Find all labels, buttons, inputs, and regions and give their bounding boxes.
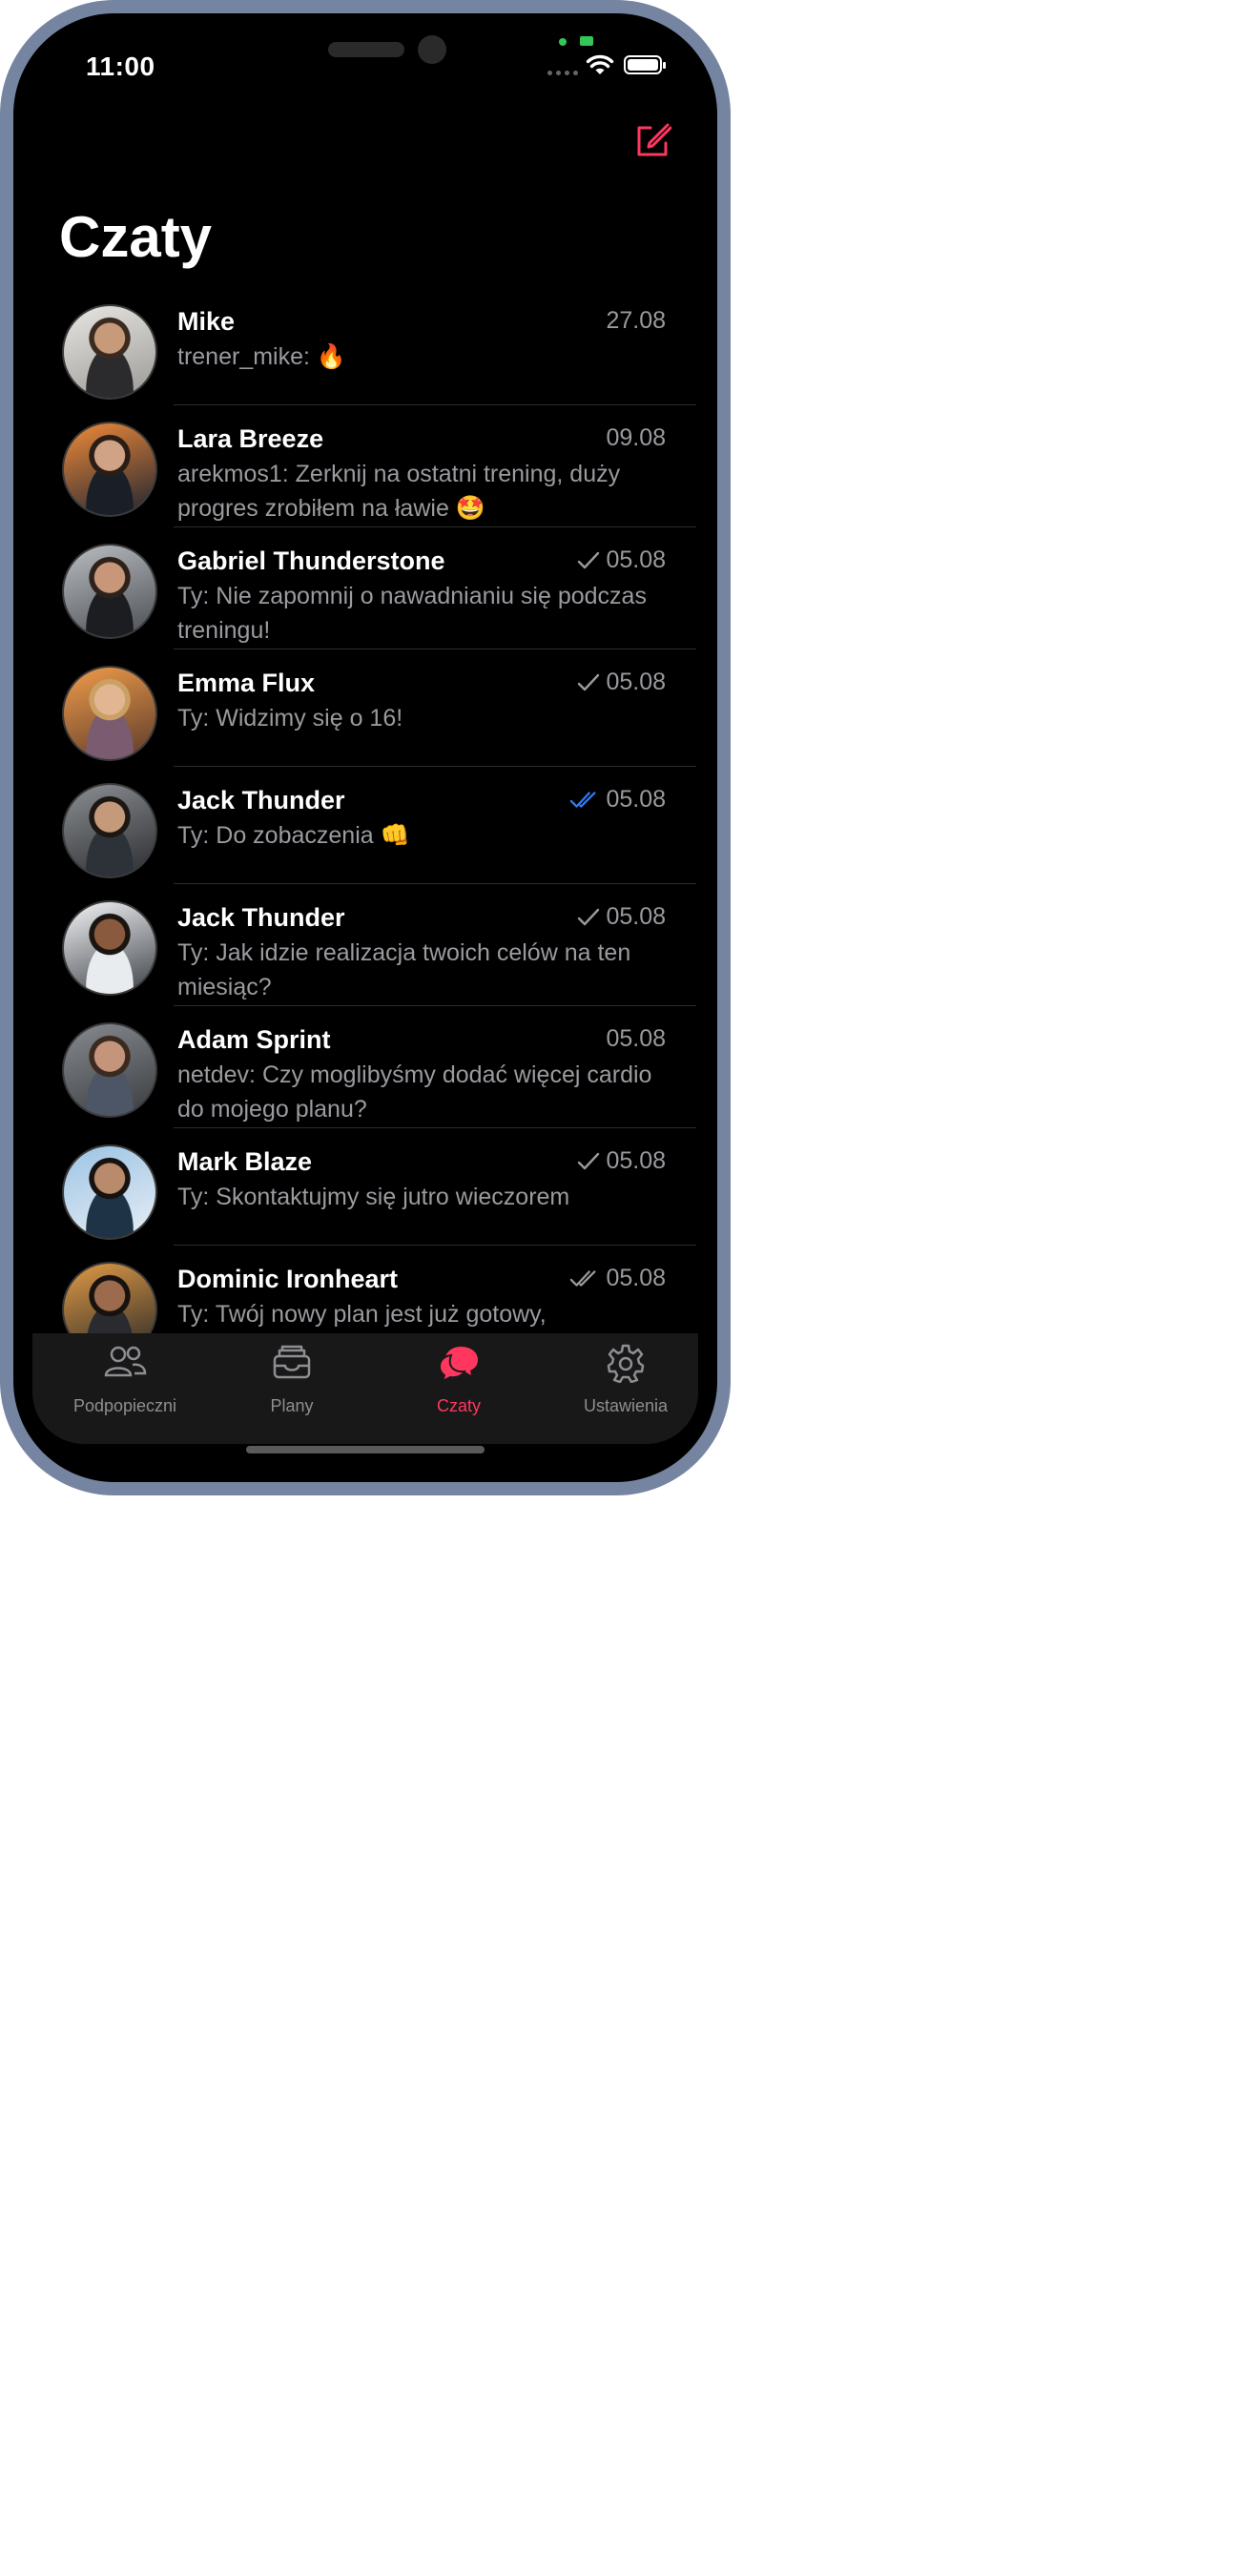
tab-label: Ustawienia <box>583 1396 669 1415</box>
avatar[interactable] <box>62 422 157 517</box>
chat-date-text: 05.08 <box>606 903 666 930</box>
tab-czaty[interactable]: Czaty <box>376 1333 542 1444</box>
avatar[interactable] <box>62 1262 157 1333</box>
message-status <box>577 908 600 927</box>
message-status <box>569 1269 600 1288</box>
avatar[interactable] <box>62 544 157 639</box>
checkmark-icon <box>578 551 600 568</box>
chat-name: Dominic Ironheart <box>177 1265 399 1293</box>
avatar[interactable] <box>62 304 157 400</box>
home-indicator[interactable] <box>246 1446 485 1453</box>
speaker-grille <box>328 42 404 57</box>
message-status <box>577 673 600 692</box>
tray-icon <box>273 1345 311 1379</box>
chat-row[interactable]: Mark Blaze 05.08 Ty: Skontaktujmy się jutr… <box>13 1128 717 1246</box>
chat-date: 05.08 <box>577 903 666 931</box>
privacy-indicator-icon <box>559 38 567 46</box>
chat-date: 05.08 <box>577 1147 666 1175</box>
people-icon <box>104 1346 147 1377</box>
chat-date-text: 09.08 <box>606 424 666 451</box>
front-camera <box>418 35 446 64</box>
message-status <box>577 1152 600 1171</box>
status-time: 11:00 <box>86 52 155 81</box>
chat-date-text: 27.08 <box>606 307 666 334</box>
message-status <box>569 791 600 810</box>
chat-date-text: 05.08 <box>606 546 666 573</box>
tab-ustawienia[interactable]: Ustawienia <box>543 1333 709 1444</box>
chat-preview: Ty: Nie zapomnij o nawadnianiu się podcz… <box>177 583 647 644</box>
tab-label: Podpopieczni <box>72 1396 177 1415</box>
chat-name: Emma Flux <box>177 669 316 697</box>
chat-row[interactable]: Emma Flux 05.08 Ty: Widzimy się o 16! <box>13 649 717 767</box>
checkmark-icon <box>578 673 600 690</box>
chat-row[interactable]: Jack Thunder 05.08 Ty: Jak idzie realizacj… <box>13 884 717 1006</box>
wifi-icon <box>586 54 614 74</box>
chat-preview: Ty: Do zobaczenia 👊 <box>177 822 410 849</box>
tab-label: Czaty <box>436 1396 481 1415</box>
gear-icon <box>607 1344 645 1383</box>
chat-date-text: 05.08 <box>606 1265 666 1291</box>
chat-name: Gabriel Thunderstone <box>177 546 445 575</box>
privacy-indicator-icon <box>580 36 593 46</box>
delivered-double-check-icon <box>570 1269 596 1287</box>
chat-preview: Ty: Skontaktujmy się jutro wieczorem <box>177 1184 570 1210</box>
chat-preview: trener_mike: 🔥 <box>177 343 347 370</box>
chat-name: Jack Thunder <box>177 786 345 814</box>
avatar[interactable] <box>62 1144 157 1240</box>
screen: 11:00 Czaty Mike 27.08 trener_mike: 🔥 Lara … <box>13 13 717 1482</box>
chat-list[interactable]: Mike 27.08 trener_mike: 🔥 Lara Breeze 09.08 a… <box>13 288 717 1333</box>
tab-bar: Podpopieczni Plany Czaty Ustawienia <box>32 1333 698 1444</box>
chat-preview: Ty: Jak idzie realizacja twoich celów na… <box>177 939 631 1000</box>
chat-date-text: 05.08 <box>606 786 666 813</box>
chat-name: Lara Breeze <box>177 424 324 453</box>
chat-name: Mike <box>177 307 236 336</box>
page-title: Czaty <box>59 205 213 269</box>
avatar[interactable] <box>62 1022 157 1118</box>
chat-date: 09.08 <box>606 424 666 452</box>
chat-date: 05.08 <box>569 786 666 814</box>
message-status <box>577 551 600 570</box>
tab-podpopieczni[interactable]: Podpopieczni <box>42 1333 208 1444</box>
chat-preview: arekmos1: Zerknij na ostatni trening, du… <box>177 461 621 522</box>
chat-row[interactable]: Gabriel Thunderstone 05.08 Ty: Nie zapomni… <box>13 527 717 649</box>
tab-label: Plany <box>270 1396 314 1415</box>
chat-preview: netdev: Czy moglibyśmy dodać więcej card… <box>177 1061 652 1123</box>
avatar[interactable] <box>62 666 157 761</box>
read-double-check-icon <box>570 791 596 808</box>
chat-name: Jack Thunder <box>177 903 345 932</box>
chat-row[interactable]: Jack Thunder 05.08 Ty: Do zobaczenia 👊 <box>13 767 717 884</box>
chat-name: Mark Blaze <box>177 1147 313 1176</box>
avatar[interactable] <box>62 900 157 996</box>
chat-date: 05.08 <box>569 1265 666 1292</box>
checkmark-icon <box>578 1152 600 1169</box>
chat-date: 05.08 <box>577 546 666 574</box>
tab-plany[interactable]: Plany <box>209 1333 375 1444</box>
chat-row[interactable]: Dominic Ironheart 05.08 Ty: Twój nowy plan… <box>13 1246 717 1333</box>
chat-bubbles-icon <box>438 1347 478 1383</box>
chat-date: 05.08 <box>577 669 666 696</box>
chat-date-text: 05.08 <box>606 669 666 695</box>
chat-date-text: 05.08 <box>606 1025 666 1052</box>
chat-row[interactable]: Lara Breeze 09.08 arekmos1: Zerknij na ost… <box>13 405 717 527</box>
chat-date: 05.08 <box>606 1025 666 1053</box>
avatar[interactable] <box>62 783 157 878</box>
chat-row[interactable]: Mike 27.08 trener_mike: 🔥 <box>13 288 717 405</box>
chat-preview: Ty: Twój nowy plan jest już gotowy, pozd… <box>177 1301 547 1328</box>
battery-icon <box>624 55 666 74</box>
compose-icon[interactable] <box>633 122 671 160</box>
chat-date-text: 05.08 <box>606 1147 666 1174</box>
chat-date: 27.08 <box>606 307 666 335</box>
checkmark-icon <box>578 908 600 925</box>
chat-preview: Ty: Widzimy się o 16! <box>177 705 403 732</box>
chat-row[interactable]: Adam Sprint 05.08 netdev: Czy moglibyśmy d… <box>13 1006 717 1128</box>
cellular-signal-icon <box>547 71 578 75</box>
chat-name: Adam Sprint <box>177 1025 331 1054</box>
